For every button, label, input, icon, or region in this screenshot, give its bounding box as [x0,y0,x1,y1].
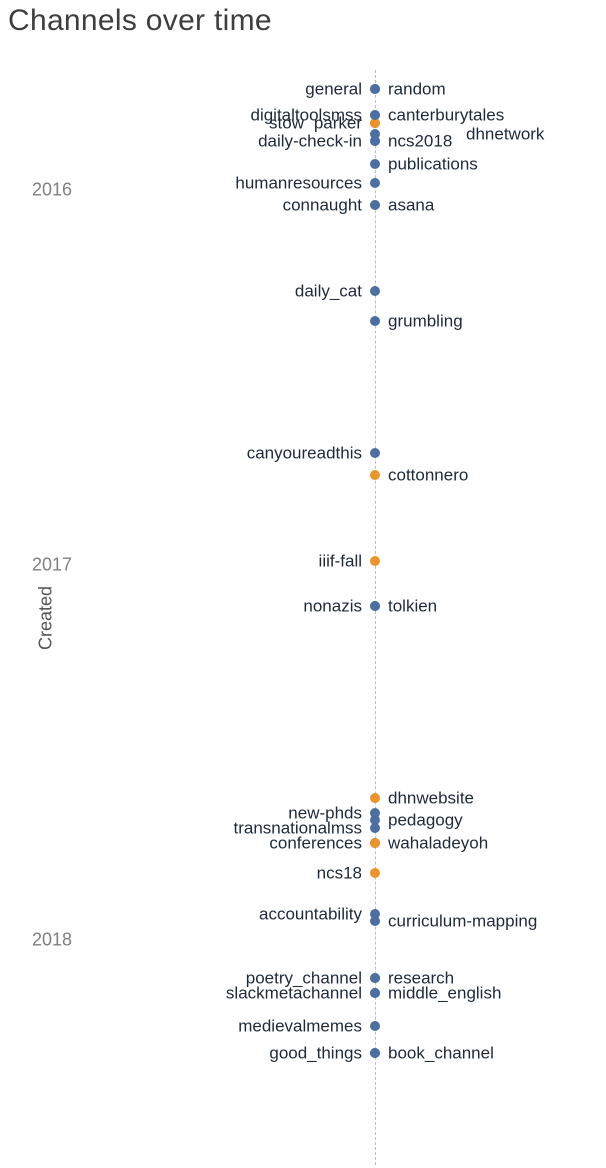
data-point [370,316,380,326]
data-point [370,916,380,926]
data-point [370,793,380,803]
data-label: dhnwebsite [388,789,474,806]
data-label: pedagogy [388,812,463,829]
data-point [370,286,380,296]
data-label: humanresources [235,174,362,191]
data-label: medievalmemes [238,1018,362,1035]
y-tick: 2017 [32,555,72,576]
chart-title: Channels over time [0,0,606,38]
data-label: cottonnero [388,467,468,484]
data-label: iiif-fall [319,553,362,570]
data-label: wahaladeyoh [388,834,488,851]
data-point [370,988,380,998]
data-label: slackmetachannel [226,984,362,1001]
data-point [370,178,380,188]
data-point [370,129,380,139]
data-point [370,200,380,210]
data-label: stow [269,114,304,131]
data-label: canterburytales [388,107,504,124]
data-point [370,1021,380,1031]
y-tick: 2018 [32,930,72,951]
data-label: good_things [269,1044,362,1061]
data-point [370,448,380,458]
data-point [370,159,380,169]
data-label: daily-check-in [258,133,362,150]
data-label: random [388,80,446,97]
data-label: publications [388,155,478,172]
chart-container: Channels over time Created 2016 2017 2018 g… [0,0,606,1168]
data-point [370,815,380,825]
data-label: canyoureadthis [247,444,362,461]
data-label: grumbling [388,313,463,330]
data-label: daily_cat [295,283,362,300]
data-point [370,556,380,566]
y-axis-label: Created [36,585,57,649]
data-label: tolkien [388,598,437,615]
gridline [375,70,376,1165]
data-point [370,973,380,983]
data-label: book_channel [388,1044,494,1061]
data-label: ncs2018 [388,133,452,150]
data-point [370,1048,380,1058]
data-label: nonazis [303,598,362,615]
data-point [370,110,380,120]
data-label: accountability [259,905,362,922]
data-label: conferences [269,834,362,851]
data-point [370,838,380,848]
data-label: connaught [283,197,362,214]
data-label: general [305,80,362,97]
data-label: ncs18 [317,864,362,881]
y-tick: 2016 [32,180,72,201]
data-point [370,601,380,611]
data-point [370,868,380,878]
data-label: middle_english [388,984,501,1001]
data-label: dhnetwork [466,125,544,142]
data-label: parker [314,114,362,131]
plot-area: Created 201620172018generalrandomdigital… [90,70,590,1165]
data-point [370,470,380,480]
data-point [370,84,380,94]
data-label: asana [388,197,434,214]
data-label: curriculum-mapping [388,913,537,930]
